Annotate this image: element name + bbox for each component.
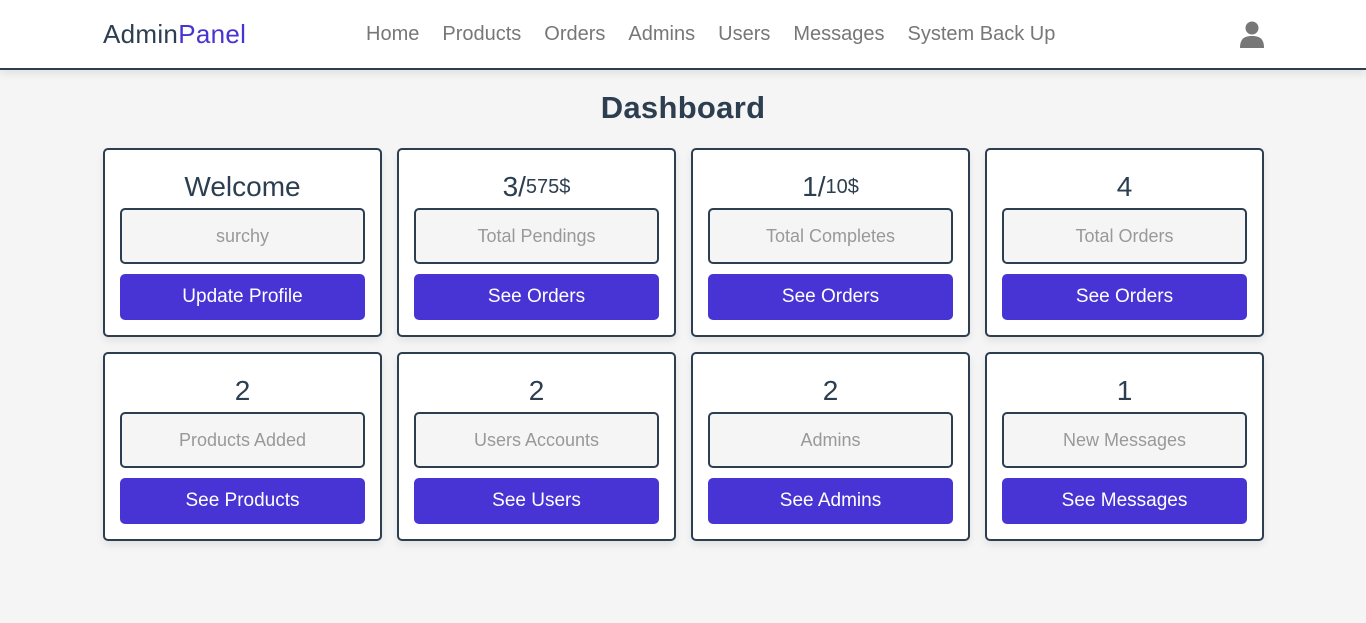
card-users: 2 Users Accounts See Users: [397, 352, 676, 541]
nav-users[interactable]: Users: [718, 22, 770, 46]
main-nav: Home Products Orders Admins Users Messag…: [366, 22, 1078, 46]
card-value-main: 4: [1116, 171, 1133, 202]
dashboard-grid: Welcome surchy Update Profile 3/575$ Tot…: [103, 148, 1264, 541]
card-label-box: Admins: [708, 412, 953, 468]
nav-home[interactable]: Home: [366, 22, 419, 46]
logo-main: Admin: [103, 19, 179, 49]
see-users-button[interactable]: See Users: [414, 478, 659, 524]
card-value: 4: [1117, 164, 1133, 208]
nav-admins[interactable]: Admins: [628, 22, 695, 46]
card-value-small: 10$: [825, 176, 859, 198]
card-value: 3/575$: [503, 164, 571, 208]
logo-accent: Panel: [178, 19, 247, 49]
card-value-main: 1/: [802, 171, 826, 202]
card-value-main: 2: [822, 375, 839, 406]
card-value: 2: [823, 368, 839, 412]
card-value-main: 2: [528, 375, 545, 406]
see-messages-button[interactable]: See Messages: [1002, 478, 1247, 524]
card-value-main: 2: [234, 375, 251, 406]
card-products: 2 Products Added See Products: [103, 352, 382, 541]
update-profile-button[interactable]: Update Profile: [120, 274, 365, 320]
logo[interactable]: AdminPanel: [103, 19, 246, 50]
card-value-main: 1: [1116, 375, 1133, 406]
page-title: Dashboard: [600, 90, 766, 125]
card-label-box: Total Completes: [708, 208, 953, 264]
see-pending-orders-button[interactable]: See Orders: [414, 274, 659, 320]
card-value-small: 575$: [525, 176, 571, 198]
card-value-main: 3/: [502, 171, 526, 202]
card-label-box: New Messages: [1002, 412, 1247, 468]
see-admins-button[interactable]: See Admins: [708, 478, 953, 524]
card-value: 2: [529, 368, 545, 412]
user-icon[interactable]: [1240, 21, 1264, 48]
card-total-orders: 4 Total Orders See Orders: [985, 148, 1264, 337]
card-value: 1: [1117, 368, 1133, 412]
user-icon-graphic: [1240, 21, 1264, 48]
card-value: Welcome: [184, 164, 300, 208]
card-label-box: Products Added: [120, 412, 365, 468]
nav-messages[interactable]: Messages: [793, 22, 884, 46]
see-orders-button[interactable]: See Orders: [1002, 274, 1247, 320]
card-messages: 1 New Messages See Messages: [985, 352, 1264, 541]
card-label-box: Users Accounts: [414, 412, 659, 468]
card-completes: 1/10$ Total Completes See Orders: [691, 148, 970, 337]
card-admins: 2 Admins See Admins: [691, 352, 970, 541]
card-label-box: Total Pendings: [414, 208, 659, 264]
see-completed-orders-button[interactable]: See Orders: [708, 274, 953, 320]
card-welcome: Welcome surchy Update Profile: [103, 148, 382, 337]
card-value: 1/10$: [802, 164, 859, 208]
see-products-button[interactable]: See Products: [120, 478, 365, 524]
header: AdminPanel Home Products Orders Admins U…: [0, 0, 1366, 70]
nav-orders[interactable]: Orders: [544, 22, 605, 46]
nav-system-backup[interactable]: System Back Up: [908, 22, 1056, 46]
card-value: 2: [235, 368, 251, 412]
card-pendings: 3/575$ Total Pendings See Orders: [397, 148, 676, 337]
card-label-box: surchy: [120, 208, 365, 264]
nav-products[interactable]: Products: [442, 22, 521, 46]
card-value-main: Welcome: [184, 171, 301, 202]
card-label-box: Total Orders: [1002, 208, 1247, 264]
